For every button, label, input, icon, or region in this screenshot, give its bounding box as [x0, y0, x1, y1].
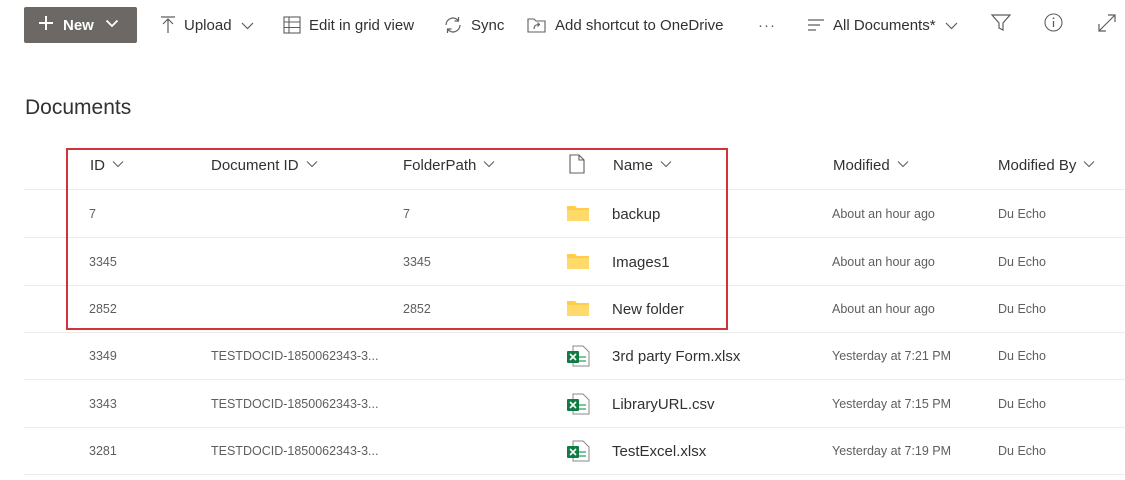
column-header-row: ID Document ID FolderPath Name Modified … [24, 143, 1125, 190]
add-shortcut-button[interactable]: Add shortcut to OneDrive [527, 8, 723, 42]
page-title: Documents [25, 96, 132, 119]
chevron-down-icon [299, 157, 318, 174]
chevron-down-icon [1076, 157, 1095, 174]
chevron-down-icon [105, 157, 124, 174]
cell-modified-by[interactable]: Du Echo [998, 255, 1046, 269]
table-row[interactable]: 3349 TESTDOCID-1850062343-3... 3rd party… [24, 332, 1125, 380]
cell-modified: About an hour ago [832, 255, 935, 269]
sync-label: Sync [471, 16, 505, 34]
shortcut-icon [527, 16, 547, 34]
view-switcher-label: All Documents* [833, 16, 936, 34]
column-header-label: Name [613, 157, 654, 174]
cell-modified: About an hour ago [832, 302, 935, 316]
excel-file-icon [566, 393, 590, 420]
column-header-label: Document ID [211, 157, 299, 174]
cell-id: 3349 [89, 349, 117, 363]
upload-button[interactable]: Upload [160, 8, 254, 42]
sync-icon [443, 16, 463, 34]
edit-grid-view-button[interactable]: Edit in grid view [283, 8, 414, 42]
cell-name-link[interactable]: Images1 [612, 254, 670, 271]
chevron-down-icon [945, 19, 958, 32]
column-header-id[interactable]: ID [90, 157, 124, 174]
folder-icon [566, 251, 590, 276]
column-header-document-id[interactable]: Document ID [211, 157, 318, 174]
table-row[interactable]: 7 7 backup About an hour ago Du Echo [24, 190, 1125, 238]
table-row[interactable]: 3345 3345 Images1 About an hour ago Du E… [24, 238, 1125, 286]
cell-modified-by[interactable]: Du Echo [998, 349, 1046, 363]
cell-name-link[interactable]: LibraryURL.csv [612, 396, 715, 413]
column-header-modified-by[interactable]: Modified By [998, 157, 1095, 174]
view-lines-icon [807, 18, 825, 32]
cell-id: 3343 [89, 397, 117, 411]
cell-modified: Yesterday at 7:19 PM [832, 444, 952, 458]
info-icon [1043, 13, 1063, 37]
cell-id: 7 [89, 207, 96, 221]
cell-modified: Yesterday at 7:15 PM [832, 397, 952, 411]
filter-button[interactable] [988, 12, 1014, 38]
info-button[interactable] [1040, 12, 1066, 38]
cell-folderpath: 7 [403, 207, 410, 221]
cell-id: 2852 [89, 302, 117, 316]
chevron-down-icon [653, 157, 672, 174]
excel-file-icon [566, 345, 590, 372]
column-header-modified[interactable]: Modified [833, 157, 909, 174]
cell-name-link[interactable]: New folder [612, 301, 684, 318]
cell-document-id: TESTDOCID-1850062343-3... [211, 444, 379, 458]
expand-button[interactable] [1094, 12, 1120, 38]
column-header-name[interactable]: Name [613, 157, 672, 174]
cell-name-link[interactable]: backup [612, 206, 660, 223]
new-button[interactable]: New [24, 7, 137, 43]
cell-modified: Yesterday at 7:21 PM [832, 349, 952, 363]
cell-modified-by[interactable]: Du Echo [998, 444, 1046, 458]
cell-id: 3345 [89, 255, 117, 269]
excel-file-icon [566, 440, 590, 467]
more-button[interactable]: ··· [758, 8, 776, 42]
new-button-label: New [63, 16, 94, 34]
add-shortcut-label: Add shortcut to OneDrive [555, 16, 724, 34]
chevron-down-icon [241, 19, 254, 32]
table-row[interactable]: 3281 TESTDOCID-1850062343-3... TestExcel… [24, 427, 1125, 475]
cell-modified-by[interactable]: Du Echo [998, 397, 1046, 411]
upload-icon [160, 16, 176, 34]
column-header-folderpath[interactable]: FolderPath [403, 157, 495, 174]
sync-button[interactable]: Sync [443, 8, 504, 42]
expand-icon [1098, 13, 1116, 37]
more-label: ··· [758, 16, 776, 34]
view-switcher[interactable]: All Documents* [807, 8, 958, 42]
table-row[interactable]: 2852 2852 New folder About an hour ago D… [24, 285, 1125, 333]
cell-folderpath: 2852 [403, 302, 431, 316]
folder-icon [566, 298, 590, 323]
cell-modified-by[interactable]: Du Echo [998, 302, 1046, 316]
filter-icon [990, 13, 1012, 37]
cell-name-link[interactable]: 3rd party Form.xlsx [612, 348, 740, 365]
upload-label: Upload [184, 16, 232, 34]
column-header-label: Modified [833, 157, 890, 174]
cell-modified: About an hour ago [832, 207, 935, 221]
cell-modified-by[interactable]: Du Echo [998, 207, 1046, 221]
cell-document-id: TESTDOCID-1850062343-3... [211, 397, 379, 411]
column-header-label: Modified By [998, 157, 1077, 174]
command-bar: New Upload Edit in grid view Sync Add sh… [0, 0, 1125, 52]
chevron-down-icon [476, 157, 495, 174]
column-header-file-type[interactable] [569, 154, 585, 179]
cell-folderpath: 3345 [403, 255, 431, 269]
file-type-icon [569, 154, 585, 178]
edit-grid-view-label: Edit in grid view [309, 16, 415, 34]
table-row[interactable]: 3343 TESTDOCID-1850062343-3... LibraryUR… [24, 380, 1125, 428]
cell-id: 3281 [89, 444, 117, 458]
column-header-label: FolderPath [403, 157, 477, 174]
plus-icon [38, 15, 54, 35]
cell-document-id: TESTDOCID-1850062343-3... [211, 349, 379, 363]
cell-name-link[interactable]: TestExcel.xlsx [612, 443, 706, 460]
grid-icon [283, 16, 301, 34]
folder-icon [566, 203, 590, 228]
column-header-label: ID [90, 157, 105, 174]
chevron-down-icon [890, 157, 909, 174]
chevron-down-icon [105, 16, 119, 34]
